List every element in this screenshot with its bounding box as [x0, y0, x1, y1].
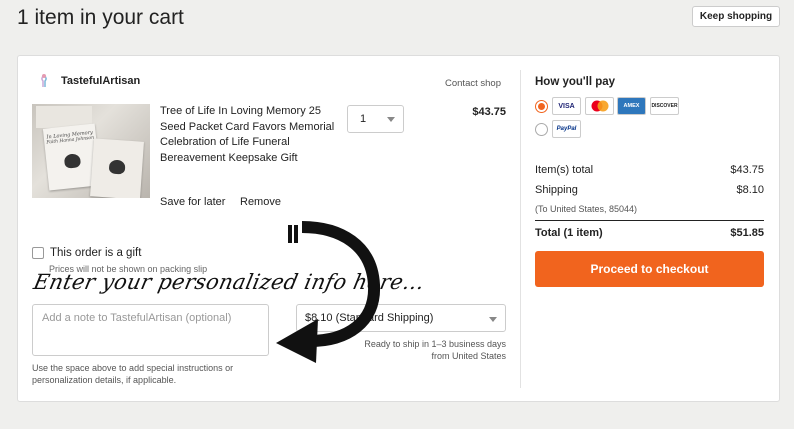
remove-link[interactable]: Remove [240, 196, 281, 208]
tree-of-life-graphic [108, 159, 126, 175]
item-price: $43.75 [472, 106, 506, 118]
gift-option[interactable]: This order is a gift [32, 247, 141, 259]
item-title[interactable]: Tree of Life In Loving Memory 25 Seed Pa… [160, 104, 340, 166]
visa-icon: VISA [552, 97, 581, 115]
save-for-later-link[interactable]: Save for later [160, 196, 225, 208]
tree-of-life-graphic [63, 153, 82, 169]
shipping-value: $8.10 [736, 184, 764, 196]
curved-arrow-annotation [276, 221, 381, 363]
gift-checkbox[interactable] [32, 247, 44, 259]
chevron-down-icon [489, 317, 497, 322]
proceed-to-checkout-button[interactable]: Proceed to checkout [535, 251, 764, 287]
amex-icon: AMEX [617, 97, 646, 115]
ship-to-text: (To United States, 85044) [535, 204, 638, 214]
quantity-select[interactable]: 1 [347, 105, 404, 133]
shop-avatar-icon [35, 72, 53, 90]
total-value: $51.85 [730, 227, 764, 239]
gift-label: This order is a gift [50, 247, 142, 259]
note-help-text: Use the space above to add special instr… [32, 363, 234, 385]
mastercard-circles [591, 100, 608, 112]
contact-shop-link[interactable]: Contact shop [445, 78, 501, 89]
keep-shopping-button[interactable]: Keep shopping [692, 6, 780, 27]
mastercard-icon [585, 97, 614, 115]
items-total-label: Item(s) total [535, 164, 594, 176]
shop-header: TastefulArtisan [35, 72, 140, 90]
page-title: 1 item in your cart [17, 6, 184, 29]
shipping-label: Shipping [535, 184, 578, 196]
shop-name[interactable]: TastefulArtisan [61, 75, 140, 87]
total-divider [535, 220, 764, 221]
paypal-icon: PayPal [552, 120, 581, 138]
total-label: Total (1 item) [535, 227, 603, 239]
discover-icon: DISCOVER [650, 97, 679, 115]
payment-title: How you'll pay [535, 76, 616, 88]
items-total-value: $43.75 [730, 164, 764, 176]
paypal-payment-radio[interactable] [535, 123, 548, 136]
note-to-seller-textarea[interactable]: Add a note to TastefulArtisan (optional) [32, 304, 269, 356]
item-thumbnail[interactable]: In Loving Memory Faith Hanna Johnson [32, 104, 150, 198]
quantity-value: 1 [360, 113, 367, 125]
column-divider [520, 70, 521, 388]
chevron-down-icon [387, 117, 395, 122]
card-payment-radio[interactable] [535, 100, 548, 113]
